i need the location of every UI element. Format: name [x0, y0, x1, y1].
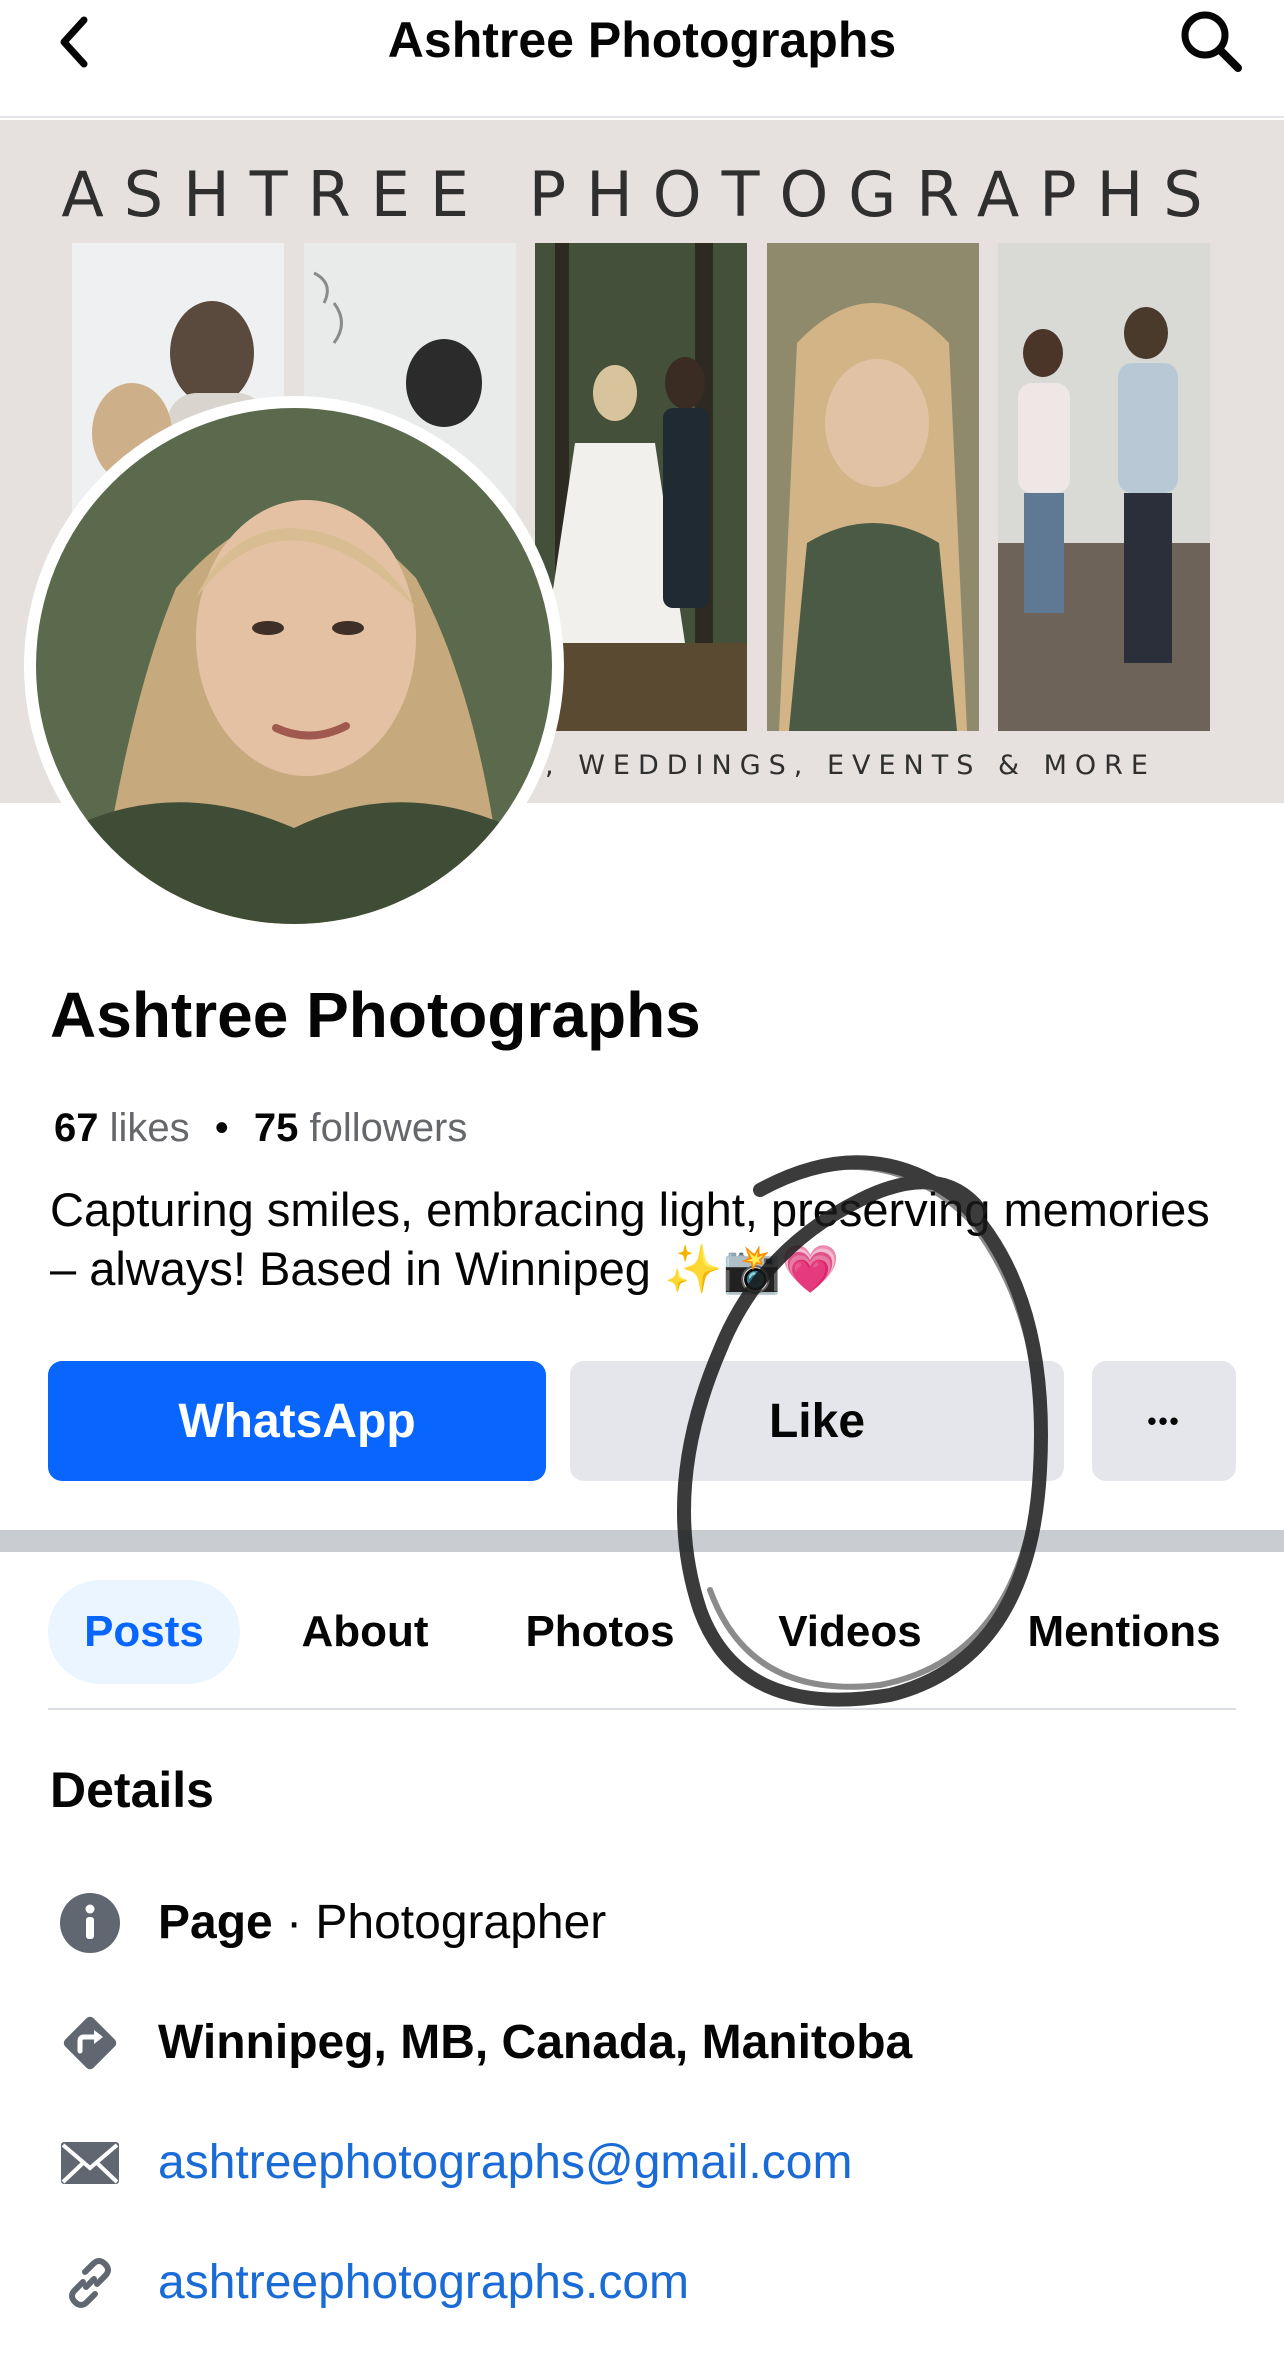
more-icon: •••	[1147, 1405, 1181, 1436]
cover-subtitle: E, WEDDINGS, EVENTS & MORE	[520, 750, 1156, 781]
profile-avatar[interactable]	[24, 396, 564, 936]
page-label: Page	[158, 1896, 273, 1949]
search-icon	[1181, 11, 1242, 72]
detail-email[interactable]: ashtreephotographs@gmail.com	[56, 2128, 852, 2198]
profile-bio: Capturing smiles, embracing light, prese…	[50, 1183, 1210, 1295]
tab-videos[interactable]: Videos	[760, 1580, 940, 1684]
followers-count: 75	[253, 1106, 299, 1150]
top-bar: Ashtree Photographs	[0, 0, 1284, 118]
cover-photo-strip	[535, 243, 747, 731]
location-text: Winnipeg, MB, Canada, Manitoba	[158, 2016, 913, 2069]
profile-tabs: Posts About Photos Videos Mentions	[48, 1580, 1236, 1710]
detail-location[interactable]: Winnipeg, MB, Canada, Manitoba	[56, 2008, 912, 2078]
whatsapp-button[interactable]: WhatsApp	[48, 1361, 546, 1481]
website-link[interactable]: ashtreephotographs.com	[158, 2253, 689, 2313]
likes-label: likes	[109, 1106, 190, 1150]
cover-photo-strip	[767, 243, 979, 731]
tab-posts[interactable]: Posts	[48, 1580, 240, 1684]
detail-website[interactable]: ashtreephotographs.com	[56, 2248, 689, 2318]
directions-icon	[56, 2009, 124, 2077]
like-button[interactable]: Like	[570, 1361, 1064, 1481]
likes-count: 67	[54, 1106, 99, 1150]
tab-photos[interactable]: Photos	[510, 1580, 690, 1684]
section-divider	[0, 1530, 1284, 1552]
detail-page-category: Page · Photographer	[56, 1888, 606, 1958]
page-title: Ashtree Photographs	[387, 12, 897, 68]
profile-name: Ashtree Photographs	[50, 979, 701, 1051]
followers-label: followers	[309, 1106, 468, 1150]
email-link[interactable]: ashtreephotographs@gmail.com	[158, 2133, 852, 2193]
cover-title: ASHTREE PHOTOGRAPHS	[61, 158, 1223, 231]
page-category: · Photographer	[272, 1896, 607, 1949]
info-icon	[56, 1889, 124, 1957]
more-options-button[interactable]: •••	[1092, 1361, 1236, 1481]
search-button[interactable]	[1174, 4, 1248, 78]
link-icon	[56, 2249, 124, 2317]
tab-about[interactable]: About	[280, 1580, 450, 1684]
profile-stats: 67 likes • 75 followers	[54, 1104, 467, 1152]
tabs-underline	[48, 1708, 1236, 1710]
stats-separator: •	[214, 1106, 229, 1150]
mail-icon	[56, 2129, 124, 2197]
tab-mentions[interactable]: Mentions	[1012, 1580, 1236, 1684]
details-heading: Details	[50, 1762, 214, 1818]
cover-photo-strip	[998, 243, 1210, 731]
